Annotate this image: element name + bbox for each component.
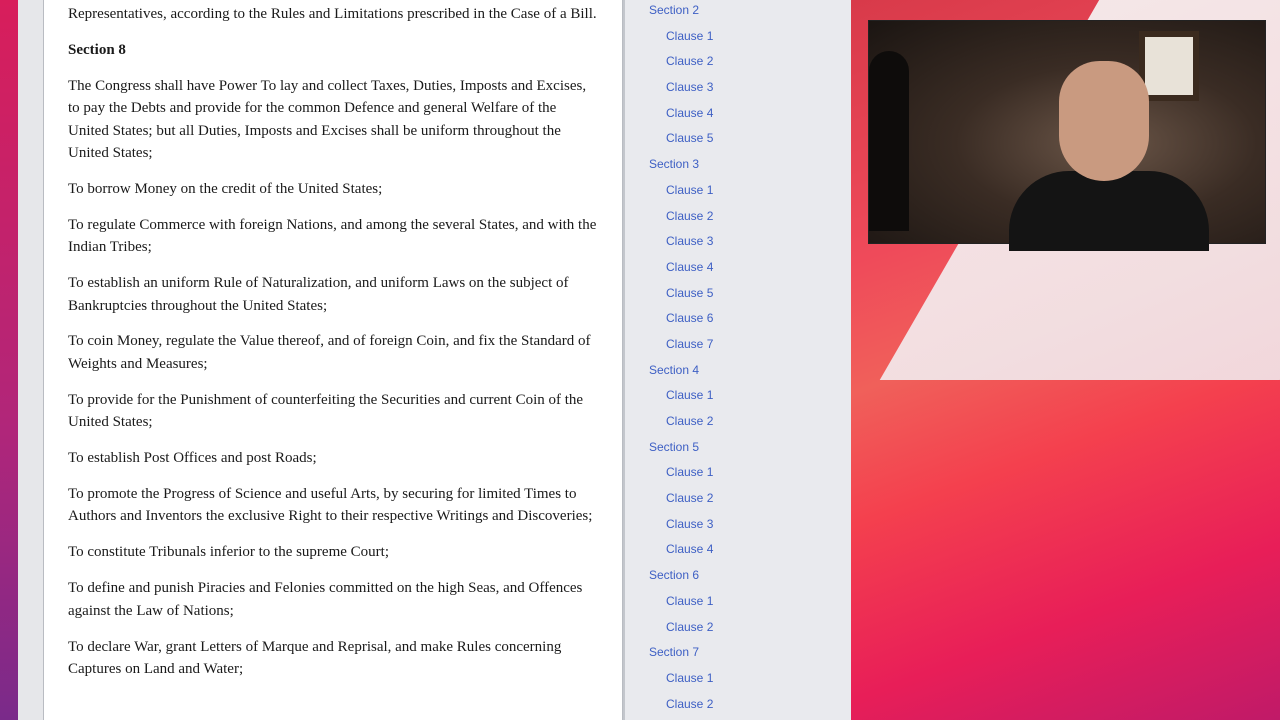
paragraph: To promote the Progress of Science and u… [68, 486, 593, 525]
toc-clause-link[interactable]: Clause 4 [625, 540, 851, 566]
window-gutter [18, 0, 43, 720]
toc-clause-link[interactable]: Clause 6 [625, 309, 851, 335]
toc-section-link[interactable]: Section 7 [625, 643, 851, 669]
toc-clause-link[interactable]: Clause 1 [625, 27, 851, 53]
toc-clause-link[interactable]: Clause 3 [625, 515, 851, 541]
paragraph: To establish Post Offices and post Roads… [68, 450, 317, 467]
toc-clause-link[interactable]: Clause 7 [625, 335, 851, 361]
presenter-body [1009, 171, 1209, 251]
toc-section-link[interactable]: Section 4 [625, 361, 851, 387]
toc-section-link[interactable]: Section 6 [625, 566, 851, 592]
toc-clause-link[interactable]: Clause 1 [625, 181, 851, 207]
table-of-contents: Section 2 Clause 1 Clause 2 Clause 3 Clause … [623, 0, 851, 720]
picture-frame [1139, 31, 1199, 101]
toc-clause-link[interactable]: Clause 1 [625, 669, 851, 695]
document-page: Representatives, according to the Rules … [43, 0, 623, 720]
toc-clause-link[interactable]: Clause 1 [625, 386, 851, 412]
bust-statue [869, 51, 909, 231]
toc-clause-link[interactable]: Clause 3 [625, 232, 851, 258]
webcam-overlay [868, 20, 1266, 251]
toc-clause-link[interactable]: Clause 5 [625, 129, 851, 155]
paragraph: To define and punish Piracies and Feloni… [68, 580, 583, 619]
toc-clause-link[interactable]: Clause 2 [625, 207, 851, 233]
toc-clause-link[interactable]: Clause 4 [625, 104, 851, 130]
toc-clause-link[interactable]: Clause 1 [625, 592, 851, 618]
paragraph: To borrow Money on the credit of the Uni… [68, 180, 383, 197]
desktop-wallpaper-left [0, 0, 18, 720]
paragraph: To coin Money, regulate the Value thereo… [68, 333, 591, 372]
paragraph: To establish an uniform Rule of Naturali… [68, 275, 569, 314]
paragraph: Representatives, according to the Rules … [68, 6, 597, 22]
toc-clause-link[interactable]: Clause 1 [625, 463, 851, 489]
section-heading: Section 8 [68, 41, 126, 58]
presenter-head [1059, 61, 1149, 181]
toc-clause-link[interactable]: Clause 2 [625, 489, 851, 515]
toc-clause-link[interactable]: Clause 4 [625, 258, 851, 284]
toc-clause-link[interactable]: Clause 5 [625, 284, 851, 310]
toc-clause-link[interactable]: Clause 2 [625, 52, 851, 78]
paragraph: To provide for the Punishment of counter… [68, 391, 584, 431]
toc-section-link[interactable]: Section 5 [625, 438, 851, 464]
toc-clause-link[interactable]: Clause 2 [625, 695, 851, 720]
toc-clause-link[interactable]: Clause 3 [625, 78, 851, 104]
toc-section-link[interactable]: Section 3 [625, 155, 851, 181]
toc-clause-link[interactable]: Clause 2 [625, 412, 851, 438]
paragraph: To declare War, grant Letters of Marque … [68, 638, 562, 677]
paragraph: To regulate Commerce with foreign Nation… [68, 216, 597, 256]
toc-clause-link[interactable]: Clause 2 [625, 618, 851, 644]
paragraph: The Congress shall have Power To lay and… [68, 77, 587, 162]
paragraph: To constitute Tribunals inferior to the … [68, 544, 389, 561]
toc-section-link[interactable]: Section 2 [625, 1, 851, 27]
